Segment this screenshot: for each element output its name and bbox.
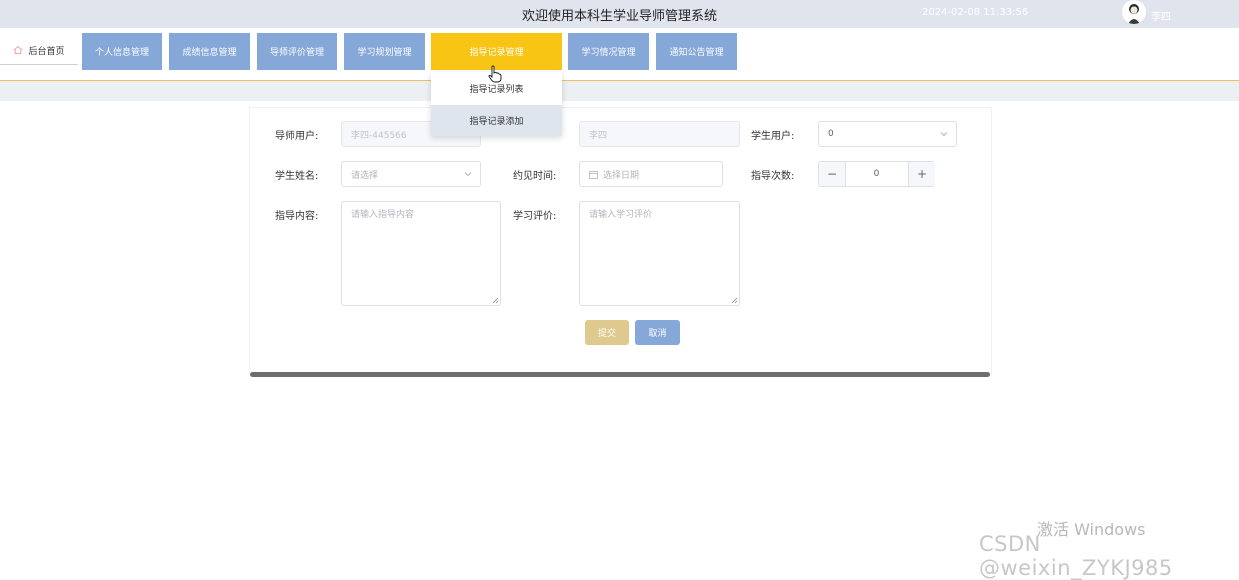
hand-cursor-icon <box>488 65 502 83</box>
csdn-watermark: CSDN @weixin_ZYKJ985 <box>979 532 1173 580</box>
datetime-display: 2024-02-08 11:33:56 <box>922 7 1029 18</box>
nav-tutor-evaluation[interactable]: 导师评价管理 <box>257 33 337 70</box>
nav-study-status[interactable]: 学习情况管理 <box>568 33 649 70</box>
resize-grip-icon[interactable] <box>731 297 738 304</box>
menu-item-record-add[interactable]: 指导记录添加 <box>431 105 562 136</box>
nav-study-plan[interactable]: 学习规划管理 <box>344 33 425 70</box>
decrement-button[interactable]: − <box>819 162 846 186</box>
page-title: 欢迎使用本科生学业导师管理系统 <box>521 9 717 24</box>
appointment-date-placeholder: 选择日期 <box>603 170 640 181</box>
appointment-date-picker[interactable]: 选择日期 <box>579 161 723 187</box>
nav-grade-info[interactable]: 成绩信息管理 <box>169 33 250 70</box>
tutor-user-value: 李四-445566 <box>351 130 407 141</box>
student-name-label: 学生姓名: <box>275 171 319 182</box>
nav-notice[interactable]: 通知公告管理 <box>656 33 737 70</box>
main-nav: 后台首页 个人信息管理 成绩信息管理 导师评价管理 学习规划管理 指导记录管理 … <box>0 28 1239 81</box>
username-label[interactable]: 李四 <box>1151 8 1171 23</box>
student-user-select[interactable]: 0 <box>818 121 957 147</box>
guide-content-label: 指导内容: <box>275 211 319 222</box>
student-name-placeholder: 请选择 <box>351 170 379 181</box>
guide-content-placeholder: 请输入指导内容 <box>351 210 415 220</box>
resize-grip-icon[interactable] <box>492 297 499 304</box>
nav-personal-info[interactable]: 个人信息管理 <box>82 33 162 70</box>
guide-count-stepper: − 0 + <box>818 161 935 187</box>
breadcrumb-strip <box>0 81 1239 101</box>
top-bar: 欢迎使用本科生学业导师管理系统 2024-02-08 11:33:56 李四 <box>0 0 1239 28</box>
chevron-down-icon <box>464 172 472 177</box>
cancel-button[interactable]: 取消 <box>635 320 680 345</box>
student-name-select[interactable]: 请选择 <box>341 161 481 187</box>
chevron-down-icon <box>940 132 948 137</box>
guide-count-value[interactable]: 0 <box>845 162 908 186</box>
study-eval-placeholder: 请输入学习评价 <box>589 210 653 220</box>
study-eval-textarea[interactable]: 请输入学习评价 <box>579 201 740 306</box>
student-user-label: 学生用户: <box>751 131 795 142</box>
home-label: 后台首页 <box>28 46 65 57</box>
home-icon <box>14 45 23 54</box>
calendar-icon <box>589 170 598 179</box>
submit-button[interactable]: 提交 <box>585 320 629 345</box>
study-eval-label: 学习评价: <box>513 211 557 222</box>
horizontal-scrollbar[interactable] <box>250 372 990 377</box>
avatar[interactable] <box>1122 0 1146 24</box>
student-user-value: 0 <box>828 129 834 139</box>
guide-content-textarea[interactable]: 请输入指导内容 <box>341 201 501 306</box>
home-tab[interactable]: 后台首页 <box>0 36 78 65</box>
increment-button[interactable]: + <box>908 162 935 186</box>
appointment-time-label: 约见时间: <box>513 171 557 182</box>
tutor-user-label: 导师用户: <box>275 131 319 142</box>
tutor-name-field: 李四 <box>579 121 740 147</box>
tutor-name-value: 李四 <box>589 130 608 141</box>
guide-count-label: 指导次数: <box>751 171 795 182</box>
